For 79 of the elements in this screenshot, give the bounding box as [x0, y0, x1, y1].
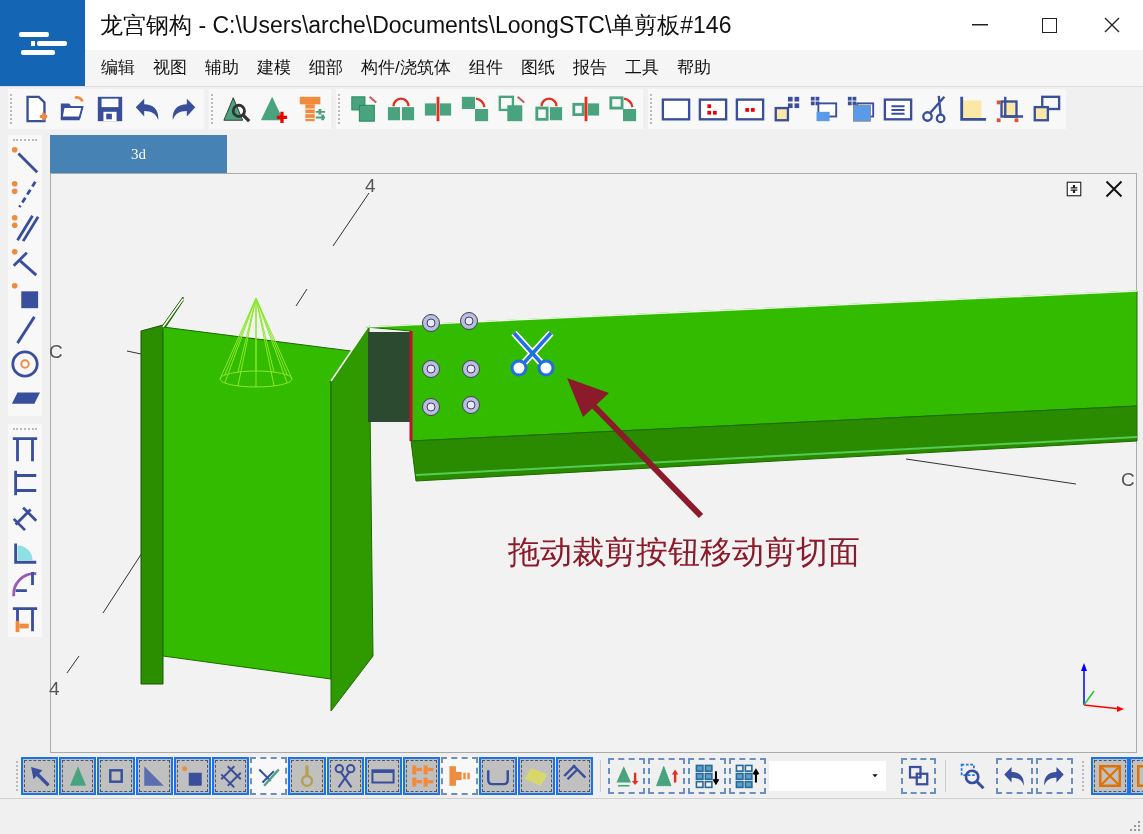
view-tab[interactable]: 3d — [50, 135, 227, 173]
box-cross-icon — [1096, 763, 1123, 789]
copy-outline-icon[interactable] — [497, 94, 527, 124]
point-square-icon[interactable] — [10, 281, 40, 311]
bolt-pattern-button[interactable] — [403, 757, 441, 795]
menu-item[interactable]: 工具 — [616, 55, 667, 81]
hatch-line-button[interactable] — [250, 757, 288, 795]
menu-item[interactable]: 辅助 — [197, 55, 247, 81]
triangle-search-icon[interactable] — [222, 94, 252, 124]
overlapping-squares-icon[interactable] — [1031, 94, 1061, 124]
3d-viewport[interactable]: 4 C C 4 拖动裁剪按钮移动剪切面 — [50, 173, 1137, 753]
grid-window-icon[interactable] — [809, 94, 839, 124]
steel-column-drawing[interactable] — [140, 296, 374, 712]
grid-label: C — [1121, 470, 1135, 489]
copy-button[interactable] — [901, 758, 937, 794]
close-icon[interactable] — [1104, 179, 1124, 199]
grid-square-icon[interactable] — [772, 94, 802, 124]
menu-item[interactable]: 视图 — [145, 55, 195, 81]
square-corners-icon[interactable] — [994, 94, 1024, 124]
close-icon[interactable] — [1104, 17, 1120, 33]
copy-squares-icon — [906, 764, 931, 788]
undo-button[interactable] — [995, 758, 1033, 794]
grid-up-button[interactable] — [728, 758, 766, 794]
grid-up-icon — [734, 763, 761, 789]
target-icon[interactable] — [10, 349, 40, 379]
point-line-icon[interactable] — [10, 145, 40, 175]
point-square-button[interactable] — [173, 757, 211, 795]
square-outline-button[interactable] — [97, 757, 135, 795]
window-title: 龙宫钢构 - C:\Users\arche\Documents\LoongSTC\单剪板#146 — [99, 10, 733, 40]
triangle-up-icon — [653, 763, 680, 789]
copy-squares-icon[interactable] — [349, 94, 379, 124]
frame-bolt-icon[interactable] — [10, 604, 40, 634]
scissors-icon[interactable] — [510, 329, 555, 377]
menu-item[interactable]: 帮助 — [668, 55, 719, 81]
menu-item[interactable]: 建模 — [249, 55, 299, 81]
redo-button[interactable] — [1035, 758, 1073, 794]
grid-window-icon[interactable] — [846, 94, 876, 124]
dropdown-field[interactable] — [768, 761, 887, 791]
grid-down-button[interactable] — [688, 758, 726, 794]
bolt-icon — [446, 763, 473, 789]
grid-down-icon — [694, 763, 721, 789]
grid-label: 4 — [49, 679, 60, 698]
menu-item[interactable]: 图纸 — [512, 55, 563, 81]
axis-triad-icon — [1081, 663, 1124, 712]
grid-label: C — [49, 342, 63, 361]
maximize-icon[interactable] — [1042, 17, 1057, 33]
menu-item[interactable]: 组件 — [460, 55, 511, 81]
select-arrow-button[interactable] — [21, 757, 59, 795]
split-outline-icon[interactable] — [571, 94, 601, 124]
bolt-group-drawing[interactable] — [422, 312, 480, 416]
offset-outline-icon[interactable] — [608, 94, 638, 124]
annotation-text: 拖动裁剪按钮移动剪切面 — [508, 536, 860, 568]
restore-icon[interactable] — [1065, 180, 1083, 198]
angle-line-icon[interactable] — [10, 247, 40, 277]
square-icon[interactable] — [957, 94, 987, 124]
scissors-button[interactable] — [326, 757, 364, 795]
weld-pin-button[interactable] — [288, 757, 326, 795]
parallel-lines-icon[interactable] — [10, 213, 40, 243]
split-squares-icon[interactable] — [423, 94, 453, 124]
menu-item[interactable]: 编辑 — [93, 55, 143, 81]
menu-item[interactable]: 报告 — [564, 55, 615, 81]
offset-squares-icon[interactable] — [460, 94, 490, 124]
menu-item[interactable]: 细部 — [301, 55, 351, 81]
resize-grip-icon[interactable] — [1129, 820, 1141, 832]
right-triangle-button[interactable] — [135, 757, 173, 795]
plate-button[interactable] — [517, 757, 555, 795]
save-icon[interactable] — [95, 94, 125, 124]
rectangle-button[interactable] — [364, 757, 403, 795]
angle-frame-button[interactable] — [555, 757, 594, 795]
hatch-button[interactable] — [212, 757, 250, 795]
frame-icon[interactable] — [10, 434, 40, 464]
triangle-button[interactable] — [59, 757, 97, 795]
zoom-window-icon[interactable] — [958, 762, 987, 790]
menu-item[interactable]: 构件/浇筑体 — [353, 55, 459, 81]
box-cross-button[interactable] — [1090, 757, 1129, 795]
grid-label: 4 — [365, 176, 376, 195]
triangle-down-button[interactable] — [608, 758, 646, 794]
bolt-button[interactable] — [441, 757, 479, 795]
minimize-icon[interactable] — [972, 24, 988, 26]
